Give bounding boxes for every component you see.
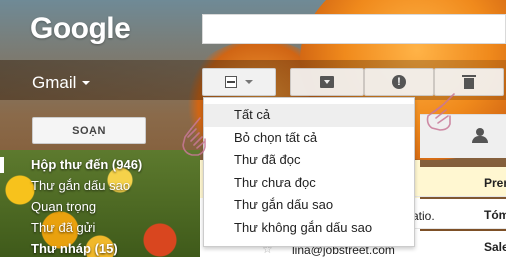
search-input[interactable] [202, 14, 506, 44]
trash-icon [462, 75, 476, 89]
nav-item-drafts[interactable]: Thư nháp (15) [0, 238, 200, 257]
nav-item-starred[interactable]: Thư gắn dấu sao [0, 175, 200, 196]
mail-subject: Tóm [484, 208, 506, 222]
folder-nav: Hộp thư đến (946) Thư gắn dấu sao Quan t… [0, 154, 200, 257]
report-spam-icon: ! [392, 75, 406, 89]
pointing-hand-icon [420, 90, 458, 134]
app-name: Gmail [32, 73, 77, 92]
nav-item-inbox[interactable]: Hộp thư đến (946) [0, 154, 200, 175]
mail-row[interactable]: Pren [410, 167, 506, 197]
chevron-down-icon[interactable] [245, 80, 253, 84]
menu-item-select-all[interactable]: Tất cả [204, 104, 414, 127]
menu-item-unstarred[interactable]: Thư không gắn dấu sao [204, 217, 414, 240]
nav-item-sent[interactable]: Thư đã gửi [0, 217, 200, 238]
pointing-hand-icon [172, 115, 210, 159]
menu-item-select-none[interactable]: Bỏ chọn tất cả [204, 127, 414, 150]
nav-item-important[interactable]: Quan trọng [0, 196, 200, 217]
people-icon[interactable] [470, 128, 492, 144]
archive-icon [320, 76, 334, 88]
mail-subject: Sale [484, 240, 506, 254]
checkbox-indeterminate-icon[interactable] [225, 76, 237, 88]
compose-button[interactable]: SOẠN [32, 117, 146, 144]
menu-item-read[interactable]: Thư đã đọc [204, 149, 414, 172]
mail-row[interactable]: Sale [410, 231, 506, 257]
google-logo[interactable]: Google [30, 12, 131, 46]
select-dropdown-menu: Tất cả Bỏ chọn tất cả Thư đã đọc Thư chư… [203, 97, 415, 247]
archive-button[interactable] [290, 68, 364, 96]
select-button[interactable] [202, 68, 276, 96]
gmail-app-switcher[interactable]: Gmail [32, 73, 91, 93]
mail-sender: atio. [412, 209, 435, 223]
menu-item-unread[interactable]: Thư chưa đọc [204, 172, 414, 195]
chevron-down-icon [82, 81, 91, 85]
mail-subject: Pren [484, 176, 506, 190]
menu-item-starred[interactable]: Thư gắn dấu sao [204, 194, 414, 217]
